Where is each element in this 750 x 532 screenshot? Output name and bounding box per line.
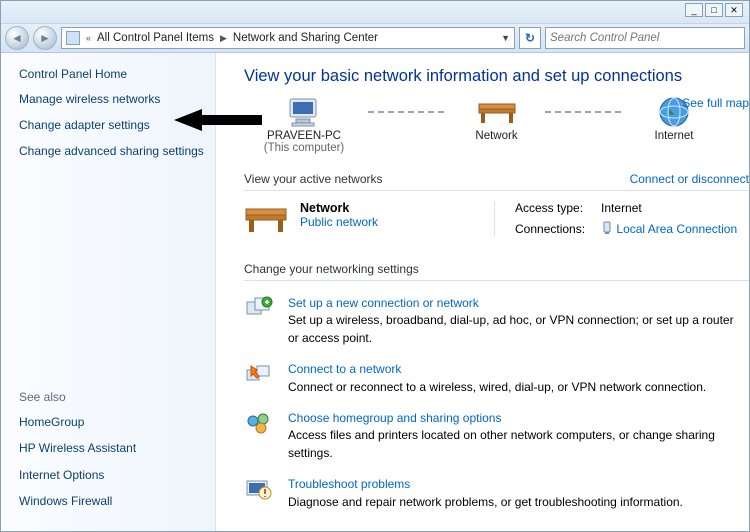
connection-line-icon — [545, 111, 625, 113]
task-desc: Set up a wireless, broadband, dial-up, a… — [288, 312, 739, 347]
access-type-value: Internet — [601, 201, 737, 215]
settings-heading: Change your networking settings — [244, 262, 749, 281]
maximize-button[interactable]: □ — [705, 3, 723, 17]
node-label: Network — [452, 130, 542, 142]
task-desc: Access files and printers located on oth… — [288, 427, 739, 462]
sidebar-item-advanced-sharing[interactable]: Change advanced sharing settings — [19, 143, 207, 159]
task-setup-connection: Set up a new connection or network Set u… — [244, 295, 749, 347]
sidebar-item-homegroup[interactable]: HomeGroup — [19, 414, 207, 430]
search-input[interactable] — [545, 27, 745, 49]
task-title-link[interactable]: Connect to a network — [288, 361, 706, 378]
task-troubleshoot: Troubleshoot problems Diagnose and repai… — [244, 476, 749, 511]
task-connect-network: Connect to a network Connect or reconnec… — [244, 361, 749, 396]
network-type-link[interactable]: Public network — [300, 215, 378, 229]
address-bar: ◄ ► « All Control Panel Items ▶ Network … — [1, 23, 749, 53]
node-network: Network — [452, 94, 542, 142]
sidebar-home-link[interactable]: Control Panel Home — [19, 67, 207, 81]
setup-connection-icon — [244, 295, 274, 321]
control-panel-icon — [66, 31, 80, 45]
breadcrumb-segment[interactable]: Network and Sharing Center — [233, 32, 378, 44]
sidebar: Control Panel Home Manage wireless netwo… — [1, 53, 216, 531]
node-sublabel: (This computer) — [244, 142, 364, 154]
troubleshoot-icon — [244, 476, 274, 502]
bench-icon — [452, 94, 542, 130]
close-button[interactable]: ✕ — [725, 3, 743, 17]
adapter-icon — [601, 221, 613, 235]
network-category-icon — [244, 201, 288, 235]
node-label: PRAVEEN-PC — [244, 130, 364, 142]
task-title-link[interactable]: Set up a new connection or network — [288, 295, 739, 312]
sidebar-item-manage-wireless[interactable]: Manage wireless networks — [19, 91, 207, 107]
connections-label: Connections: — [515, 222, 585, 236]
sidebar-item-internet-options[interactable]: Internet Options — [19, 467, 207, 483]
chevron-right-icon: ▶ — [220, 33, 227, 44]
task-title-link[interactable]: Choose homegroup and sharing options — [288, 410, 739, 427]
connect-disconnect-link[interactable]: Connect or disconnect — [630, 172, 749, 186]
task-title-link[interactable]: Troubleshoot problems — [288, 476, 683, 493]
connect-network-icon — [244, 361, 274, 387]
minimize-button[interactable]: _ — [685, 3, 703, 17]
node-label: Internet — [629, 130, 719, 142]
active-networks-heading: View your active networks Connect or dis… — [244, 172, 749, 186]
node-computer: PRAVEEN-PC (This computer) — [244, 94, 364, 154]
task-homegroup-sharing: Choose homegroup and sharing options Acc… — [244, 410, 749, 462]
sidebar-item-windows-firewall[interactable]: Windows Firewall — [19, 493, 207, 509]
sidebar-item-hp-wireless[interactable]: HP Wireless Assistant — [19, 440, 207, 456]
sidebar-item-adapter-settings[interactable]: Change adapter settings — [19, 117, 207, 133]
title-bar: _ □ ✕ — [1, 1, 749, 23]
network-map: See full map PRAVEEN-PC (This computer) … — [244, 94, 749, 154]
back-button[interactable]: ◄ — [5, 26, 29, 50]
see-full-map-link[interactable]: See full map — [682, 96, 749, 110]
see-also-heading: See also — [19, 390, 207, 404]
forward-button[interactable]: ► — [33, 26, 57, 50]
task-desc: Diagnose and repair network problems, or… — [288, 494, 683, 511]
connection-line-icon — [368, 111, 448, 113]
network-name: Network — [300, 201, 378, 215]
access-type-label: Access type: — [515, 201, 585, 215]
connection-link[interactable]: Local Area Connection — [616, 222, 737, 236]
task-desc: Connect or reconnect to a wireless, wire… — [288, 379, 706, 396]
page-title: View your basic network information and … — [244, 67, 749, 86]
homegroup-icon — [244, 410, 274, 436]
chevron-left-icon: « — [86, 33, 91, 43]
breadcrumb-dropdown-icon[interactable]: ▼ — [501, 33, 510, 43]
breadcrumb[interactable]: « All Control Panel Items ▶ Network and … — [61, 27, 515, 49]
computer-icon — [244, 94, 364, 130]
breadcrumb-segment[interactable]: All Control Panel Items — [97, 32, 214, 44]
main-panel: View your basic network information and … — [216, 53, 749, 531]
refresh-button[interactable]: ↻ — [519, 27, 541, 49]
